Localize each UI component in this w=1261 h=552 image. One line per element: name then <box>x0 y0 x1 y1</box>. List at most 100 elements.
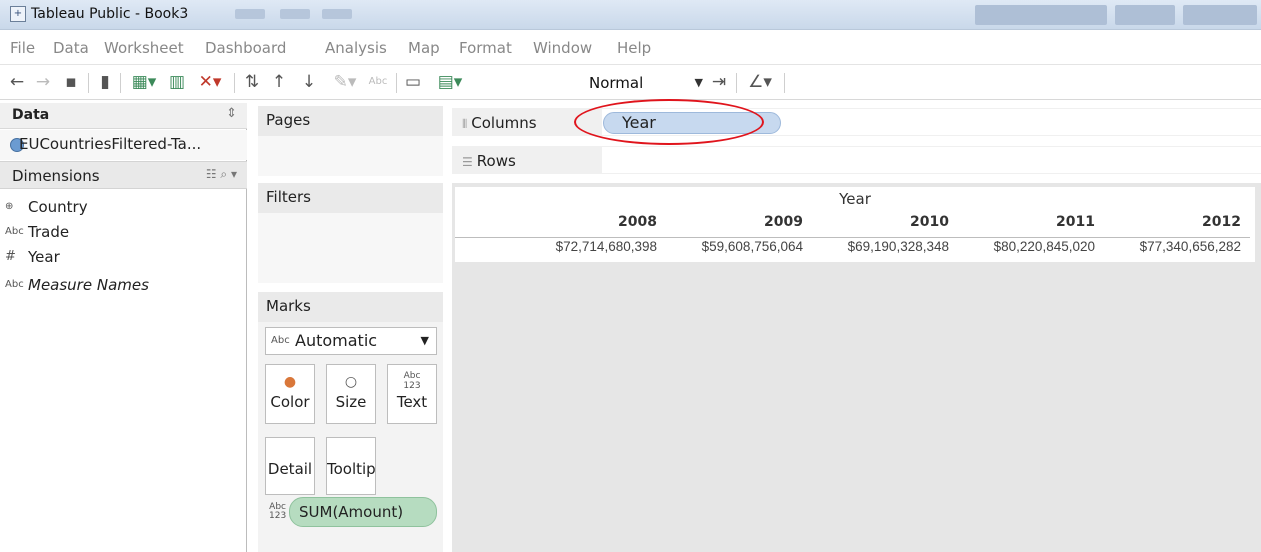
table-cell[interactable]: $80,220,845,020 <box>953 239 1099 254</box>
column-header-title: Year <box>839 190 871 208</box>
menu-format[interactable]: Format <box>459 39 512 57</box>
menu-map[interactable]: Map <box>408 39 440 57</box>
field-name: Trade <box>28 223 70 241</box>
rows-drop-area[interactable] <box>602 147 1261 173</box>
column-header[interactable]: 2012 <box>1099 214 1245 230</box>
dimensions-label: Dimensions <box>12 167 100 185</box>
menu-file[interactable]: File <box>10 39 35 57</box>
color-button[interactable]: ● Color <box>265 364 315 424</box>
pages-drop-area[interactable] <box>258 136 443 176</box>
toolbar-separator <box>88 73 89 93</box>
tooltip-button[interactable]: Tooltip <box>326 437 376 495</box>
new-dashboard-icon[interactable]: ▥ <box>166 71 188 93</box>
highlight-icon[interactable]: ✎▾ <box>328 71 362 93</box>
string-type-icon: Abc <box>5 279 24 290</box>
filters-drop-area[interactable] <box>258 213 443 283</box>
pages-card-title: Pages <box>258 106 443 136</box>
field-name: Measure Names <box>28 276 149 294</box>
dimensions-controls-icon[interactable]: ☷ ⌕ ▾ <box>206 167 237 182</box>
column-header[interactable]: 2010 <box>807 214 953 230</box>
data-pane: Data ⇕ EUCountriesFiltered-Ta... Dimensi… <box>0 103 247 552</box>
blurred-tab <box>235 9 265 19</box>
new-worksheet-icon[interactable]: ▦▾ <box>126 71 162 93</box>
tableau-app-icon: + <box>10 6 26 22</box>
column-header[interactable]: 2011 <box>953 214 1099 230</box>
data-pane-title: Data <box>12 107 50 123</box>
rows-label-text: Rows <box>476 152 516 170</box>
chevron-down-icon: ▼ <box>694 76 703 89</box>
fix-axes-icon[interactable]: ⇥ <box>708 71 730 93</box>
sort-descending-icon[interactable]: ↓ <box>298 71 320 93</box>
toolbar: ← → ▪ ▮ ▦▾ ▥ ✕▾ ⇅ ↑ ↓ ✎▾ Abc ▭ ▤▾ Normal… <box>0 64 1261 100</box>
field-country[interactable]: ⊕ Country <box>0 196 247 220</box>
column-header[interactable]: 2008 <box>515 214 661 230</box>
menu-window[interactable]: Window <box>533 39 592 57</box>
datasource-name: EUCountriesFiltered-Ta... <box>19 135 202 153</box>
field-measure-names[interactable]: Abc Measure Names <box>0 274 247 298</box>
field-name: Country <box>28 198 88 216</box>
window-button[interactable] <box>975 5 1107 25</box>
toolbar-separator <box>396 73 397 93</box>
filters-card-title: Filters <box>258 183 443 213</box>
detail-icon <box>266 444 314 460</box>
clear-sheet-icon[interactable]: ✕▾ <box>192 71 228 93</box>
datasource-icon[interactable]: ▮ <box>95 71 115 93</box>
field-trade[interactable]: Abc Trade <box>0 221 247 245</box>
tooltip-label: Tooltip <box>327 460 375 478</box>
detail-label: Detail <box>267 460 313 478</box>
field-year[interactable]: # Year <box>0 246 247 270</box>
filters-card: Filters <box>258 183 443 283</box>
text-mark-icon: Abc <box>271 335 290 346</box>
measure-pill[interactable]: SUM(Amount) <box>289 497 437 527</box>
datasource-item[interactable]: EUCountriesFiltered-Ta... <box>0 130 247 160</box>
annotate-icon[interactable]: ∠▾ <box>742 71 778 93</box>
detail-button[interactable]: Detail <box>265 437 315 495</box>
title-bar: + Tableau Public - Book3 <box>0 0 1261 30</box>
tooltip-icon <box>327 444 375 460</box>
collapse-icon[interactable]: ⇕ <box>226 106 237 121</box>
string-type-icon: Abc <box>5 226 24 237</box>
forward-icon[interactable]: → <box>32 71 54 93</box>
table-cell[interactable]: $72,714,680,398 <box>515 239 661 254</box>
field-name: Year <box>28 248 60 266</box>
fit-select-value: Normal <box>589 74 644 92</box>
table-cell[interactable]: $69,190,328,348 <box>807 239 953 254</box>
mark-type-select[interactable]: Abc Automatic ▼ <box>265 327 437 355</box>
mark-type-value: Automatic <box>295 331 378 350</box>
highlight-annotation <box>574 99 764 145</box>
save-icon[interactable]: ▪ <box>60 71 82 93</box>
size-icon: ○ <box>344 374 358 390</box>
window-button[interactable] <box>1183 5 1257 25</box>
rows-shelf-label: ☰ Rows <box>456 150 598 172</box>
view-area[interactable]: Year 2008 2009 2010 2011 2012 $72,714,68… <box>452 183 1261 552</box>
labels-icon[interactable]: Abc <box>364 71 392 93</box>
swap-icon[interactable]: ⇅ <box>241 71 263 93</box>
toolbar-separator <box>784 73 785 93</box>
text-button[interactable]: Abc 123 Text <box>387 364 437 424</box>
column-header[interactable]: 2009 <box>661 214 807 230</box>
fit-select[interactable]: Normal ▼ <box>585 71 705 95</box>
menu-bar: File Data Worksheet Dashboard Analysis M… <box>0 36 1261 62</box>
show-me-icon[interactable]: ▤▾ <box>430 71 470 93</box>
menu-analysis[interactable]: Analysis <box>325 39 387 57</box>
back-icon[interactable]: ← <box>6 71 28 93</box>
menu-help[interactable]: Help <box>617 39 651 57</box>
marks-card: Marks Abc Automatic ▼ ● Color ○ Size Abc… <box>258 292 443 552</box>
menu-data[interactable]: Data <box>53 39 89 57</box>
text-icon: Abc 123 <box>403 371 421 391</box>
globe-icon: ⊕ <box>5 201 14 212</box>
menu-worksheet[interactable]: Worksheet <box>104 39 184 57</box>
sort-ascending-icon[interactable]: ↑ <box>268 71 290 93</box>
pages-card: Pages <box>258 106 443 176</box>
menu-dashboard[interactable]: Dashboard <box>205 39 286 57</box>
number-type-icon: # <box>5 249 16 264</box>
presentation-icon[interactable]: ▭ <box>402 71 424 93</box>
blurred-tab <box>322 9 352 19</box>
rows-shelf: ☰ Rows <box>452 146 1261 174</box>
color-icon: ● <box>283 374 297 390</box>
table-cell[interactable]: $77,340,656,282 <box>1099 239 1245 254</box>
toolbar-separator <box>234 73 235 93</box>
window-button[interactable] <box>1115 5 1175 25</box>
size-button[interactable]: ○ Size <box>326 364 376 424</box>
table-cell[interactable]: $59,608,756,064 <box>661 239 807 254</box>
